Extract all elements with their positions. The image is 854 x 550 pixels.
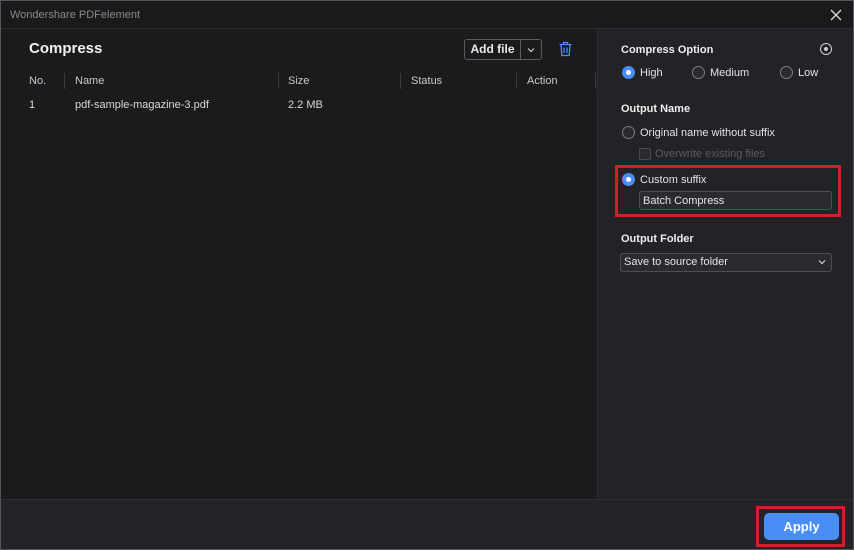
settings-panel: Compress Option High Medium Low Output N… (597, 29, 853, 499)
radio-original-name[interactable]: Original name without suffix (622, 126, 775, 139)
chevron-down-icon (527, 47, 535, 52)
radio-high[interactable]: High (622, 66, 663, 79)
add-file-label: Add file (465, 40, 521, 59)
trash-icon[interactable] (558, 41, 573, 57)
overwrite-checkbox: Overwrite existing files (639, 148, 765, 160)
row-size: 2.2 MB (288, 99, 323, 111)
highlight-box (615, 165, 841, 217)
column-divider[interactable] (400, 73, 401, 89)
add-file-dropdown[interactable] (521, 40, 541, 59)
col-no: No. (29, 75, 47, 87)
radio-medium-label: Medium (710, 66, 750, 79)
info-icon[interactable] (820, 43, 832, 55)
compress-dialog: Wondershare PDFelement Compress Add file… (0, 0, 854, 550)
column-divider[interactable] (516, 73, 517, 89)
file-list-panel: Compress Add file No. Name Size Status A… (1, 29, 596, 499)
col-action: Action (527, 75, 558, 87)
radio-high-indicator[interactable] (622, 66, 635, 79)
output-folder-title: Output Folder (621, 233, 694, 245)
compress-option-title: Compress Option (621, 44, 714, 56)
col-name: Name (75, 75, 105, 87)
title-bar: Wondershare PDFelement (1, 1, 853, 29)
radio-medium-indicator[interactable] (692, 66, 705, 79)
output-name-title: Output Name (621, 103, 691, 115)
radio-original-label: Original name without suffix (640, 126, 775, 139)
chevron-down-icon (818, 260, 826, 265)
col-size: Size (288, 75, 310, 87)
col-status: Status (411, 75, 443, 87)
radio-high-label: High (640, 66, 663, 79)
highlight-box (756, 506, 845, 547)
output-folder-select[interactable]: Save to source folder (620, 253, 832, 272)
footer-bar: Apply (1, 499, 853, 549)
radio-medium[interactable]: Medium (692, 66, 749, 79)
column-divider (595, 73, 596, 89)
radio-original-indicator[interactable] (622, 126, 635, 139)
add-file-button[interactable]: Add file (464, 39, 542, 60)
output-folder-value: Save to source folder (624, 256, 728, 268)
overwrite-checkbox-box (639, 148, 651, 160)
overwrite-label: Overwrite existing files (655, 148, 766, 160)
window-title: Wondershare PDFelement (10, 9, 141, 21)
radio-low-indicator[interactable] (780, 66, 793, 79)
column-divider[interactable] (278, 73, 279, 89)
close-icon[interactable] (827, 6, 845, 24)
radio-low[interactable]: Low (780, 66, 818, 79)
radio-low-label: Low (798, 66, 819, 79)
table-row[interactable]: 1 pdf-sample-magazine-3.pdf 2.2 MB (1, 99, 596, 117)
page-title: Compress (29, 40, 103, 57)
row-name: pdf-sample-magazine-3.pdf (75, 99, 209, 111)
column-divider[interactable] (64, 73, 65, 89)
row-no: 1 (29, 99, 36, 111)
table-header: No. Name Size Status Action (1, 73, 596, 91)
